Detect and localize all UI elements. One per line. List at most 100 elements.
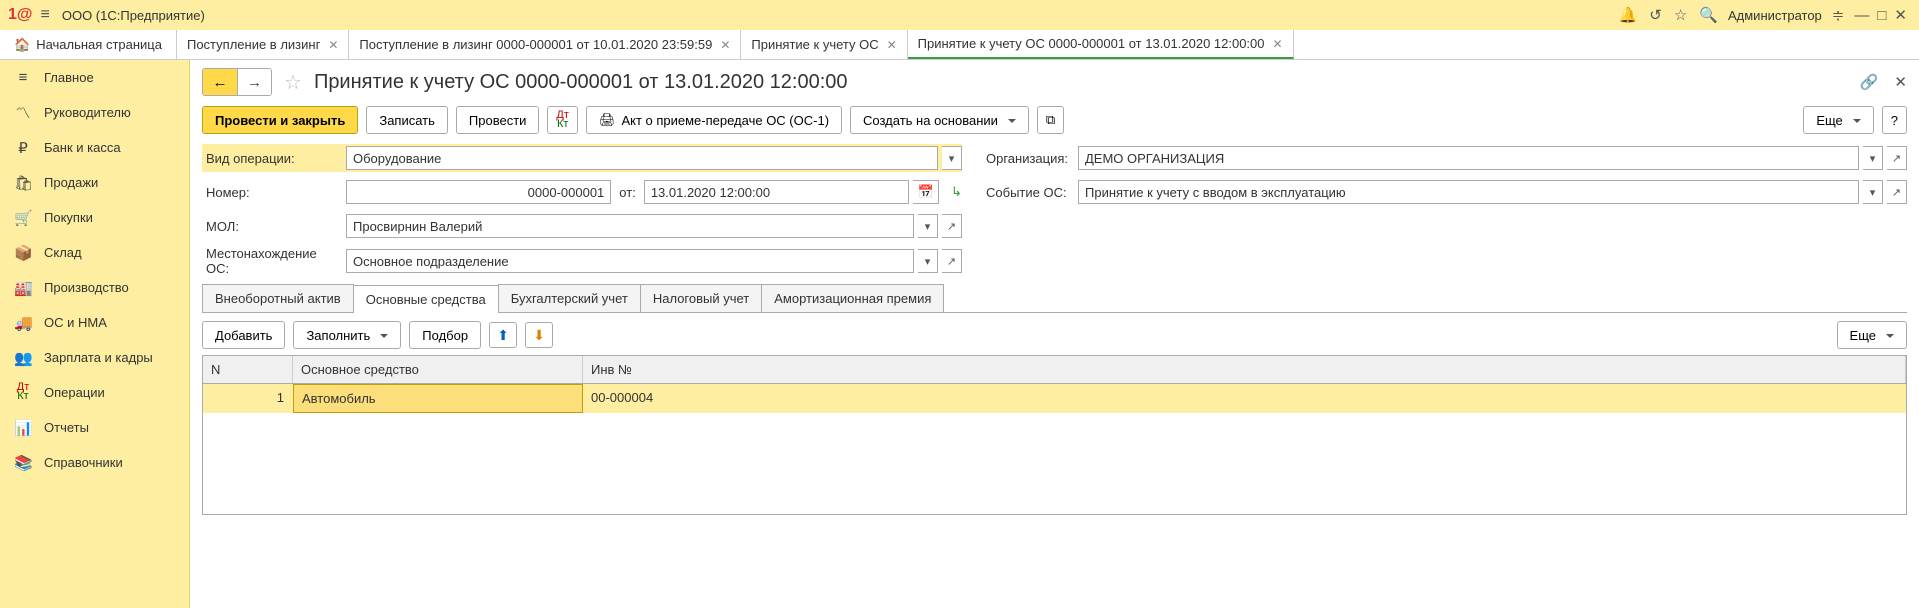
print-act-button[interactable]: 🖨 Акт о приеме-передаче ОС (ОС-1) [586, 106, 842, 134]
home-icon: 🏠 [14, 37, 30, 53]
print-act-label: Акт о приеме-передаче ОС (ОС-1) [621, 113, 829, 128]
sidebar-item-bank[interactable]: ₽Банк и касса [0, 130, 189, 165]
inner-more-button[interactable]: Еще [1837, 321, 1907, 349]
sidebar-item-stock[interactable]: 📦 Склад [0, 235, 189, 270]
menu-icon[interactable]: ≡ [41, 6, 50, 24]
sidebar-item-operations[interactable]: ДтКтОперации [0, 375, 189, 410]
cell-n[interactable]: 1 [203, 384, 293, 413]
minimize-icon[interactable]: — [1854, 7, 1869, 24]
sidebar-item-purchases[interactable]: 🛒Покупки [0, 200, 189, 235]
col-inv[interactable]: Инв № [583, 356, 1906, 383]
more-button[interactable]: Еще [1803, 106, 1873, 134]
table-body[interactable]: 1 Автомобиль 00-000004 [203, 384, 1906, 514]
subtab-os[interactable]: Основные средства [353, 285, 499, 313]
box-icon: 📦 [14, 244, 32, 262]
link-icon[interactable]: 🔗 [1860, 73, 1879, 91]
mol-dropdown-button[interactable]: ▾ [918, 214, 938, 238]
date-field[interactable]: 13.01.2020 12:00:00 [644, 180, 909, 204]
bell-icon[interactable]: 🔔 [1619, 6, 1638, 24]
tab-label: Принятие к учету ОС [751, 37, 878, 52]
tab-os-list[interactable]: Принятие к учету ОС ✕ [741, 30, 907, 59]
close-doc-icon[interactable]: ✕ [1894, 73, 1907, 91]
sidebar-item-reports[interactable]: 📊Отчеты [0, 410, 189, 445]
op-type-dropdown-button[interactable]: ▾ [942, 146, 962, 170]
save-button[interactable]: Записать [366, 106, 448, 134]
loc-open-button[interactable]: ↗ [942, 249, 962, 273]
nav-back-button[interactable]: ← [203, 69, 237, 95]
move-down-button[interactable]: ⬇ [525, 322, 553, 348]
org-open-button[interactable]: ↗ [1887, 146, 1907, 170]
event-dropdown-button[interactable]: ▾ [1863, 180, 1883, 204]
sidebar-item-production[interactable]: 🏭Производство [0, 270, 189, 305]
tab-close-icon[interactable]: ✕ [1273, 37, 1283, 51]
help-button[interactable]: ? [1882, 106, 1907, 134]
mol-open-button[interactable]: ↗ [942, 214, 962, 238]
move-up-button[interactable]: ⬆ [489, 322, 517, 348]
col-n[interactable]: N [203, 356, 293, 383]
sidebar-item-label: Руководителю [44, 105, 131, 120]
tab-leasing-list[interactable]: Поступление в лизинг ✕ [177, 30, 349, 59]
favorite-icon[interactable]: ☆ [284, 70, 302, 95]
close-window-icon[interactable]: ✕ [1894, 6, 1907, 24]
org-field[interactable]: ДЕМО ОРГАНИЗАЦИЯ [1078, 146, 1859, 170]
add-button[interactable]: Добавить [202, 321, 285, 349]
org-dropdown-button[interactable]: ▾ [1863, 146, 1883, 170]
event-field[interactable]: Принятие к учету с вводом в эксплуатацию [1078, 180, 1859, 204]
dtkt-button[interactable]: ДтКт [547, 106, 578, 134]
sidebar-item-hr[interactable]: 👥Зарплата и кадры [0, 340, 189, 375]
subtab-vna[interactable]: Внеоборотный актив [202, 284, 354, 312]
cell-inv[interactable]: 00-000004 [583, 384, 1906, 413]
calendar-button[interactable]: 📅 [913, 180, 939, 204]
sidebar-item-label: Главное [44, 70, 94, 85]
posted-icon: ↳ [951, 184, 962, 200]
tab-leasing-doc[interactable]: Поступление в лизинг 0000-000001 от 10.0… [349, 30, 741, 59]
sidebar-item-main[interactable]: ≡Главное [0, 60, 189, 95]
settings-icon[interactable]: ≑ [1832, 6, 1845, 24]
sidebar-item-label: Банк и касса [44, 140, 121, 155]
post-and-close-button[interactable]: Провести и закрыть [202, 106, 358, 134]
op-type-field[interactable]: Оборудование [346, 146, 938, 170]
tab-os-doc[interactable]: Принятие к учету ОС 0000-000001 от 13.01… [908, 30, 1294, 59]
col-os[interactable]: Основное средство [293, 356, 583, 383]
table-row[interactable]: 1 Автомобиль 00-000004 [203, 384, 1906, 413]
app-title: ООО (1С:Предприятие) [62, 8, 205, 23]
subtab-bu[interactable]: Бухгалтерский учет [498, 284, 641, 312]
sidebar-item-sales[interactable]: 🛍Продажи [0, 165, 189, 200]
sidebar-item-manager[interactable]: 〽 Руководителю [0, 95, 189, 130]
event-open-button[interactable]: ↗ [1887, 180, 1907, 204]
loc-dropdown-button[interactable]: ▾ [918, 249, 938, 273]
post-button[interactable]: Провести [456, 106, 540, 134]
sidebar-item-os-nma[interactable]: 🚚ОС и НМА [0, 305, 189, 340]
fill-label: Заполнить [306, 328, 370, 343]
tab-close-icon[interactable]: ✕ [887, 38, 897, 52]
history-icon[interactable]: ↺ [1649, 6, 1662, 24]
printer-icon: 🖨 [599, 112, 616, 128]
loc-field[interactable]: Основное подразделение [346, 249, 914, 273]
subtab-amort[interactable]: Амортизационная премия [761, 284, 944, 312]
event-value: Принятие к учету с вводом в эксплуатацию [1085, 185, 1346, 200]
num-field[interactable]: 0000-000001 [346, 180, 611, 204]
chart-icon: 〽 [14, 102, 32, 123]
nav-forward-button[interactable]: → [237, 69, 271, 95]
pick-button[interactable]: Подбор [409, 321, 481, 349]
sidebar-item-refs[interactable]: 📚Справочники [0, 445, 189, 480]
cart-icon: 🛒 [14, 209, 32, 227]
subtab-nu[interactable]: Налоговый учет [640, 284, 762, 312]
create-based-button[interactable]: Создать на основании [850, 106, 1029, 134]
star-icon[interactable]: ☆ [1674, 6, 1687, 24]
cell-os[interactable]: Автомобиль [293, 384, 583, 413]
sidebar-item-label: Продажи [44, 175, 98, 190]
user-label[interactable]: Администратор [1728, 8, 1822, 23]
doc-form: Вид операции: Оборудование ▾ Организация… [202, 144, 1907, 276]
tab-close-icon[interactable]: ✕ [328, 38, 338, 52]
tab-close-icon[interactable]: ✕ [720, 38, 730, 52]
search-icon[interactable]: 🔍 [1699, 6, 1718, 24]
inner-more-label: Еще [1850, 328, 1876, 343]
home-tab[interactable]: 🏠 Начальная страница [0, 30, 177, 59]
maximize-icon[interactable]: □ [1877, 7, 1886, 24]
structure-button[interactable]: ⧉ [1037, 106, 1064, 134]
sidebar-item-label: Склад [44, 245, 82, 260]
fill-button[interactable]: Заполнить [293, 321, 401, 349]
mol-field[interactable]: Просвирнин Валерий [346, 214, 914, 238]
report-icon: 📊 [14, 419, 32, 437]
